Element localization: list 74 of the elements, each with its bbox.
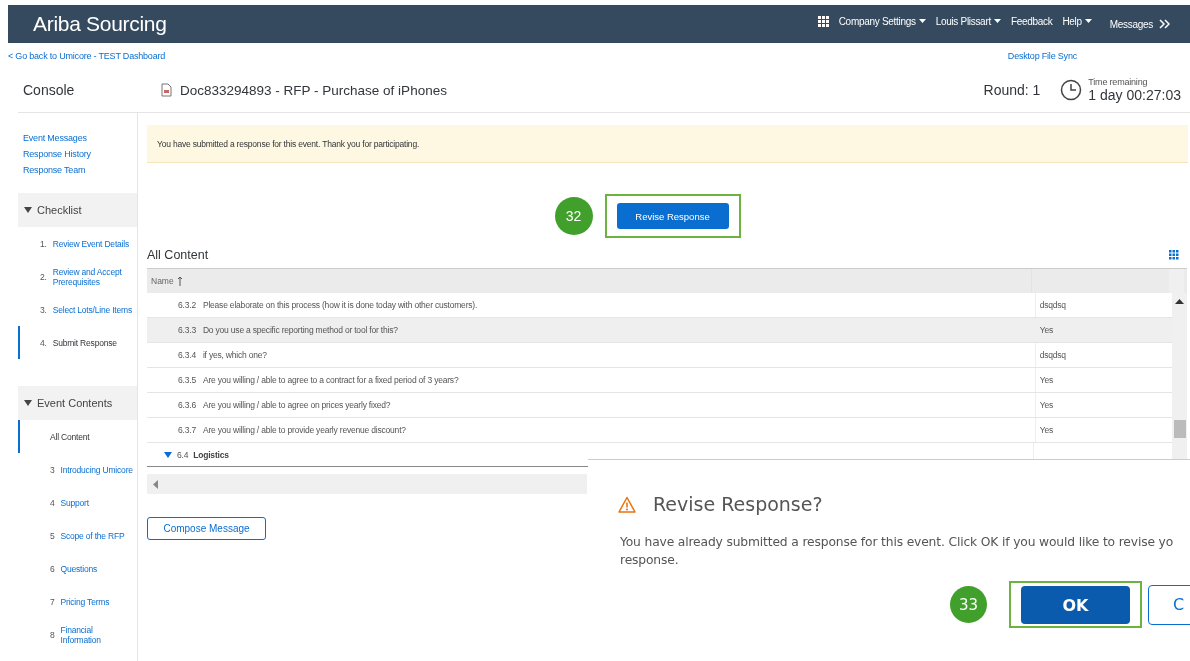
sidebar-item[interactable]: All Content (18, 420, 137, 453)
row-number: 6.3.5 (178, 375, 196, 385)
sidebar-item[interactable]: 4 Support (18, 486, 137, 519)
question-text: if yes, which one? (202, 350, 267, 360)
scroll-thumb[interactable] (1173, 420, 1186, 438)
document-title: Doc833294893 - RFP - Purchase of iPhones (180, 82, 447, 98)
question-text: Are you willing / able to agree to a contract for a fixed period of 3 years? (202, 375, 459, 385)
row-number: 6.3.6 (178, 400, 196, 410)
disclosure-triangle-icon (24, 399, 32, 407)
compose-message-button[interactable]: Compose Message (147, 517, 266, 540)
caret-icon (1084, 18, 1092, 24)
disclosure-triangle-icon (24, 206, 32, 214)
answer-text: Yes (1039, 400, 1053, 410)
scroll-left-icon (153, 479, 158, 489)
nav-menu[interactable]: Feedback (1010, 15, 1053, 27)
step-badge: 33 (950, 586, 987, 623)
caret-icon (993, 18, 1001, 24)
question-text: Are you willing / able to agree on prices yearly fixed? (202, 400, 391, 410)
table-options-icon (1169, 250, 1179, 260)
section-header[interactable]: Event Contents (18, 386, 137, 420)
notice-banner: You have submitted a response for this event. Thank you for participating. (147, 125, 1188, 163)
back-link[interactable]: < Go back to Umicore - TEST Dashboard (8, 50, 166, 61)
nav-menu[interactable]: Louis Plissart (935, 15, 1001, 27)
sidebar-link[interactable]: Response History (23, 149, 137, 159)
messages-link[interactable]: Messages (1109, 18, 1170, 30)
desktop-sync-link[interactable]: Desktop File Sync (1007, 50, 1077, 61)
row-number: 6.3.4 (178, 350, 196, 360)
answer-text: dsqdsq (1039, 350, 1066, 360)
step-badge: 32 (554, 197, 593, 235)
sidebar-item[interactable]: 4. Submit Response (18, 326, 137, 359)
clock-icon (1060, 79, 1083, 101)
answer-text: dsqdsq (1039, 300, 1066, 310)
sidebar-item[interactable]: 5 Scope of the RFP (18, 519, 137, 552)
sidebar-item[interactable]: 7 Pricing Terms (18, 585, 137, 618)
section-header[interactable]: Checklist (18, 193, 137, 227)
console-title: Console (22, 82, 76, 98)
time-remaining: 1 day 00:27:03 (1088, 87, 1181, 103)
revise-response-button[interactable]: Revise Response (616, 203, 729, 229)
sort-arrow-icon (176, 276, 183, 286)
sidebar-item[interactable]: 1. Review Event Details (18, 227, 137, 260)
warning-icon (618, 495, 636, 513)
sidebar-link[interactable]: Response Team (23, 165, 137, 175)
question-text: Are you willing / able to provide yearly revenue discount? (202, 425, 406, 435)
disclosure-triangle-icon (164, 451, 172, 459)
dialog-title: Revise Response? (653, 493, 823, 515)
scroll-up-icon (1175, 298, 1184, 305)
sidebar-item[interactable]: 6 Questions (18, 552, 137, 585)
round-label: Round: 1 (983, 82, 1041, 98)
nav-menu[interactable]: Company Settings (838, 15, 926, 27)
dialog-message: You have already submitted a response for this event. Click OK if you would like to revise yo response. (620, 534, 1175, 569)
sidebar-item[interactable]: 3 Introducing Umicore (18, 453, 137, 486)
answer-text: Yes (1039, 325, 1053, 335)
question-text: Do you use a specific reporting method or tool for this? (202, 325, 398, 335)
document-icon (160, 83, 172, 97)
apps-grid-icon (817, 15, 829, 27)
horizontal-scrollbar[interactable] (147, 474, 587, 494)
app-title: Ariba Sourcing (33, 12, 167, 36)
group-name[interactable]: Logistics (193, 450, 229, 460)
row-number: 6.3.7 (178, 425, 196, 435)
double-chevron-icon (1159, 19, 1170, 29)
sidebar-item[interactable]: 3. Select Lots/Line Items (18, 293, 137, 326)
nav-menu[interactable]: Help (1062, 15, 1092, 27)
cancel-button[interactable]: C (1148, 584, 1190, 625)
question-text: Please elaborate on this process (how it is done today with other customers). (202, 300, 478, 310)
answer-text: Yes (1039, 375, 1053, 385)
row-number: 6.4 (177, 450, 189, 460)
row-number: 6.3.3 (178, 325, 196, 335)
section-title: All Content (147, 248, 209, 262)
row-number: 6.3.2 (178, 300, 196, 310)
answer-text: Yes (1039, 425, 1053, 435)
ok-button[interactable]: OK (1021, 586, 1130, 624)
sidebar-link[interactable]: Event Messages (23, 133, 137, 143)
caret-icon (918, 18, 926, 24)
time-remaining-label: Time remaining (1088, 77, 1149, 87)
